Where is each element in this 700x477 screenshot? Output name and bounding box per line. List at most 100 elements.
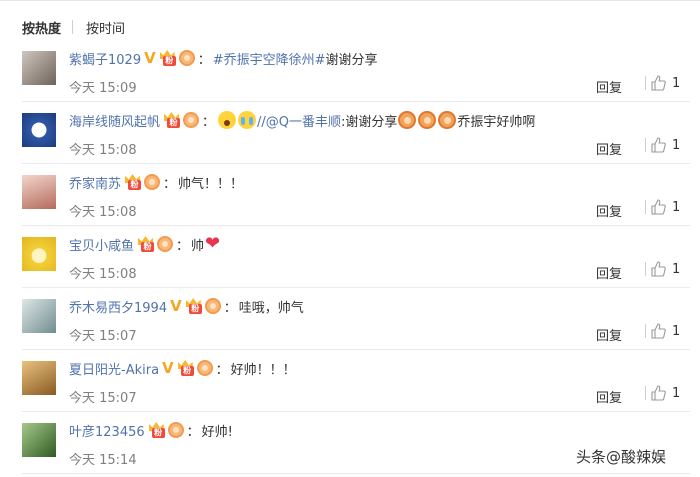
thumbs-up-icon (651, 75, 666, 91)
comment-text: 好帅! (201, 424, 233, 440)
comment-row: 乔木易西夕1994 V 粉 ： 哇哦，帅气 今天 15:07 回复 1 (22, 288, 690, 350)
like-button[interactable]: 1 (645, 75, 680, 91)
avatar-image (22, 237, 56, 271)
fan-badge-icon[interactable]: 粉 (163, 112, 181, 128)
comment-row: 乔家南苏 粉 ： 帅气！！！ 今天 15:08 回复 1 (22, 164, 690, 226)
username-link[interactable]: 宝贝小咸鱼 (69, 235, 134, 254)
avatar-image (22, 175, 56, 209)
comment-text: 帅气！！！ (178, 176, 244, 192)
like-divider (645, 386, 646, 400)
comment-line: 叶彦123456 粉 ： 好帅! (69, 420, 233, 440)
avatar[interactable] (22, 51, 56, 85)
username-link[interactable]: 紫蝎子1029 (69, 49, 141, 68)
username-link[interactable]: 夏日阳光-Akira (69, 359, 159, 378)
reply-button[interactable]: 回复 (596, 263, 622, 282)
comment-time: 今天 15:08 (69, 143, 137, 158)
like-divider (645, 324, 646, 338)
comment-time: 今天 15:07 (69, 329, 137, 344)
comment-time: 今天 15:14 (69, 453, 137, 468)
comment-row: 宝贝小咸鱼 粉 ： 帅 ❤ 今天 15:08 回复 1 (22, 226, 690, 288)
comment-line: 乔木易西夕1994 V 粉 ： 哇哦，帅气 (69, 296, 304, 316)
comment-row: 紫蝎子1029 V 粉 ： #乔振宇空降徐州# 谢谢分享 今天 15:09 回复… (22, 40, 690, 102)
verified-v-icon[interactable]: V (144, 49, 156, 67)
avatar[interactable] (22, 237, 56, 271)
verified-v-icon[interactable]: V (162, 359, 174, 377)
username-link[interactable]: 海岸线随风起帆 (69, 111, 160, 130)
avatar-image (22, 423, 56, 457)
comment-text: 帅 (191, 238, 205, 254)
lion-emoji-icon (398, 111, 417, 129)
comment-line: 乔家南苏 粉 ： 帅气！！！ (69, 172, 243, 192)
level-badge-icon[interactable] (167, 422, 184, 438)
lion-emoji-icon (438, 111, 457, 129)
comment-row: 夏日阳光-Akira V 粉 ： 好帅！！！ 今天 15:07 回复 1 (22, 350, 690, 412)
reply-button[interactable]: 回复 (596, 77, 622, 96)
thumbs-up-icon (651, 199, 666, 215)
top-divider (0, 0, 700, 1)
sort-bar: 按热度 按时间 (22, 18, 125, 37)
like-divider (645, 200, 646, 214)
reply-button[interactable]: 回复 (596, 139, 622, 158)
mention-link[interactable]: //@Q一番丰顺 (257, 111, 341, 130)
colon: ： (163, 176, 177, 192)
thumbs-up-icon (651, 385, 666, 401)
comment-text: 乔振宇好帅啊 (457, 114, 536, 130)
fan-badge-icon[interactable]: 粉 (124, 174, 142, 190)
crying-emoji-icon (238, 111, 257, 129)
like-count: 1 (672, 261, 681, 277)
avatar[interactable] (22, 361, 56, 395)
level-badge-icon[interactable] (144, 174, 161, 190)
sort-by-time-tab[interactable]: 按时间 (86, 18, 125, 37)
comment-text: 谢谢分享 (325, 52, 378, 68)
comment-list: 紫蝎子1029 V 粉 ： #乔振宇空降徐州# 谢谢分享 今天 15:09 回复… (0, 40, 700, 474)
like-count: 1 (672, 199, 681, 215)
fan-badge-icon[interactable]: 粉 (137, 236, 155, 252)
avatar[interactable] (22, 423, 56, 457)
like-divider (645, 262, 646, 276)
like-button[interactable]: 1 (645, 199, 680, 215)
level-badge-icon[interactable] (204, 298, 221, 314)
verified-v-icon[interactable]: V (170, 297, 182, 315)
avatar[interactable] (22, 299, 56, 333)
fan-badge-icon[interactable]: 粉 (185, 298, 202, 314)
comment-line: 紫蝎子1029 V 粉 ： #乔振宇空降徐州# 谢谢分享 (69, 48, 378, 68)
colon: ： (186, 424, 200, 440)
reply-button[interactable]: 回复 (596, 325, 622, 344)
thumbs-up-icon (651, 323, 666, 339)
heart-emoji-icon: ❤ (205, 233, 221, 254)
avatar-image (22, 51, 56, 85)
fan-badge-icon[interactable]: 粉 (159, 50, 176, 66)
thumbs-up-icon (651, 137, 666, 153)
username-link[interactable]: 乔家南苏 (69, 173, 121, 192)
reply-button[interactable]: 回复 (596, 387, 622, 406)
level-badge-icon[interactable] (196, 360, 213, 376)
like-button[interactable]: 1 (645, 261, 680, 277)
like-count: 1 (672, 75, 681, 91)
sort-divider (72, 20, 74, 34)
thumbs-up-icon (651, 261, 666, 277)
like-count: 1 (672, 323, 681, 339)
fan-badge-icon[interactable]: 粉 (177, 360, 194, 376)
topic-link[interactable]: #乔振宇空降徐州# (213, 49, 326, 68)
comment-time: 今天 15:07 (69, 391, 137, 406)
level-badge-icon[interactable] (183, 112, 200, 128)
comment-text: 哇哦，帅气 (238, 300, 304, 316)
reply-button[interactable]: 回复 (596, 201, 622, 220)
like-button[interactable]: 1 (645, 323, 680, 339)
avatar[interactable] (22, 175, 56, 209)
avatar[interactable] (22, 113, 56, 147)
username-link[interactable]: 乔木易西夕1994 (69, 297, 167, 316)
sort-by-hot-tab[interactable]: 按热度 (22, 18, 61, 37)
lion-emoji-icon (418, 111, 437, 129)
like-button[interactable]: 1 (645, 385, 680, 401)
comment-line: 夏日阳光-Akira V 粉 ： 好帅！！！ (69, 358, 296, 378)
level-badge-icon[interactable] (157, 236, 174, 252)
like-button[interactable]: 1 (645, 137, 680, 153)
comment-time: 今天 15:08 (69, 205, 137, 220)
level-badge-icon[interactable] (178, 50, 195, 66)
fan-badge-icon[interactable]: 粉 (148, 422, 165, 438)
username-link[interactable]: 叶彦123456 (69, 421, 145, 440)
like-count: 1 (672, 385, 681, 401)
colon: ： (215, 362, 229, 378)
comment-line: 海岸线随风起帆 粉 ： //@Q一番丰顺 :谢谢分享 乔振宇好帅啊 (69, 110, 535, 130)
